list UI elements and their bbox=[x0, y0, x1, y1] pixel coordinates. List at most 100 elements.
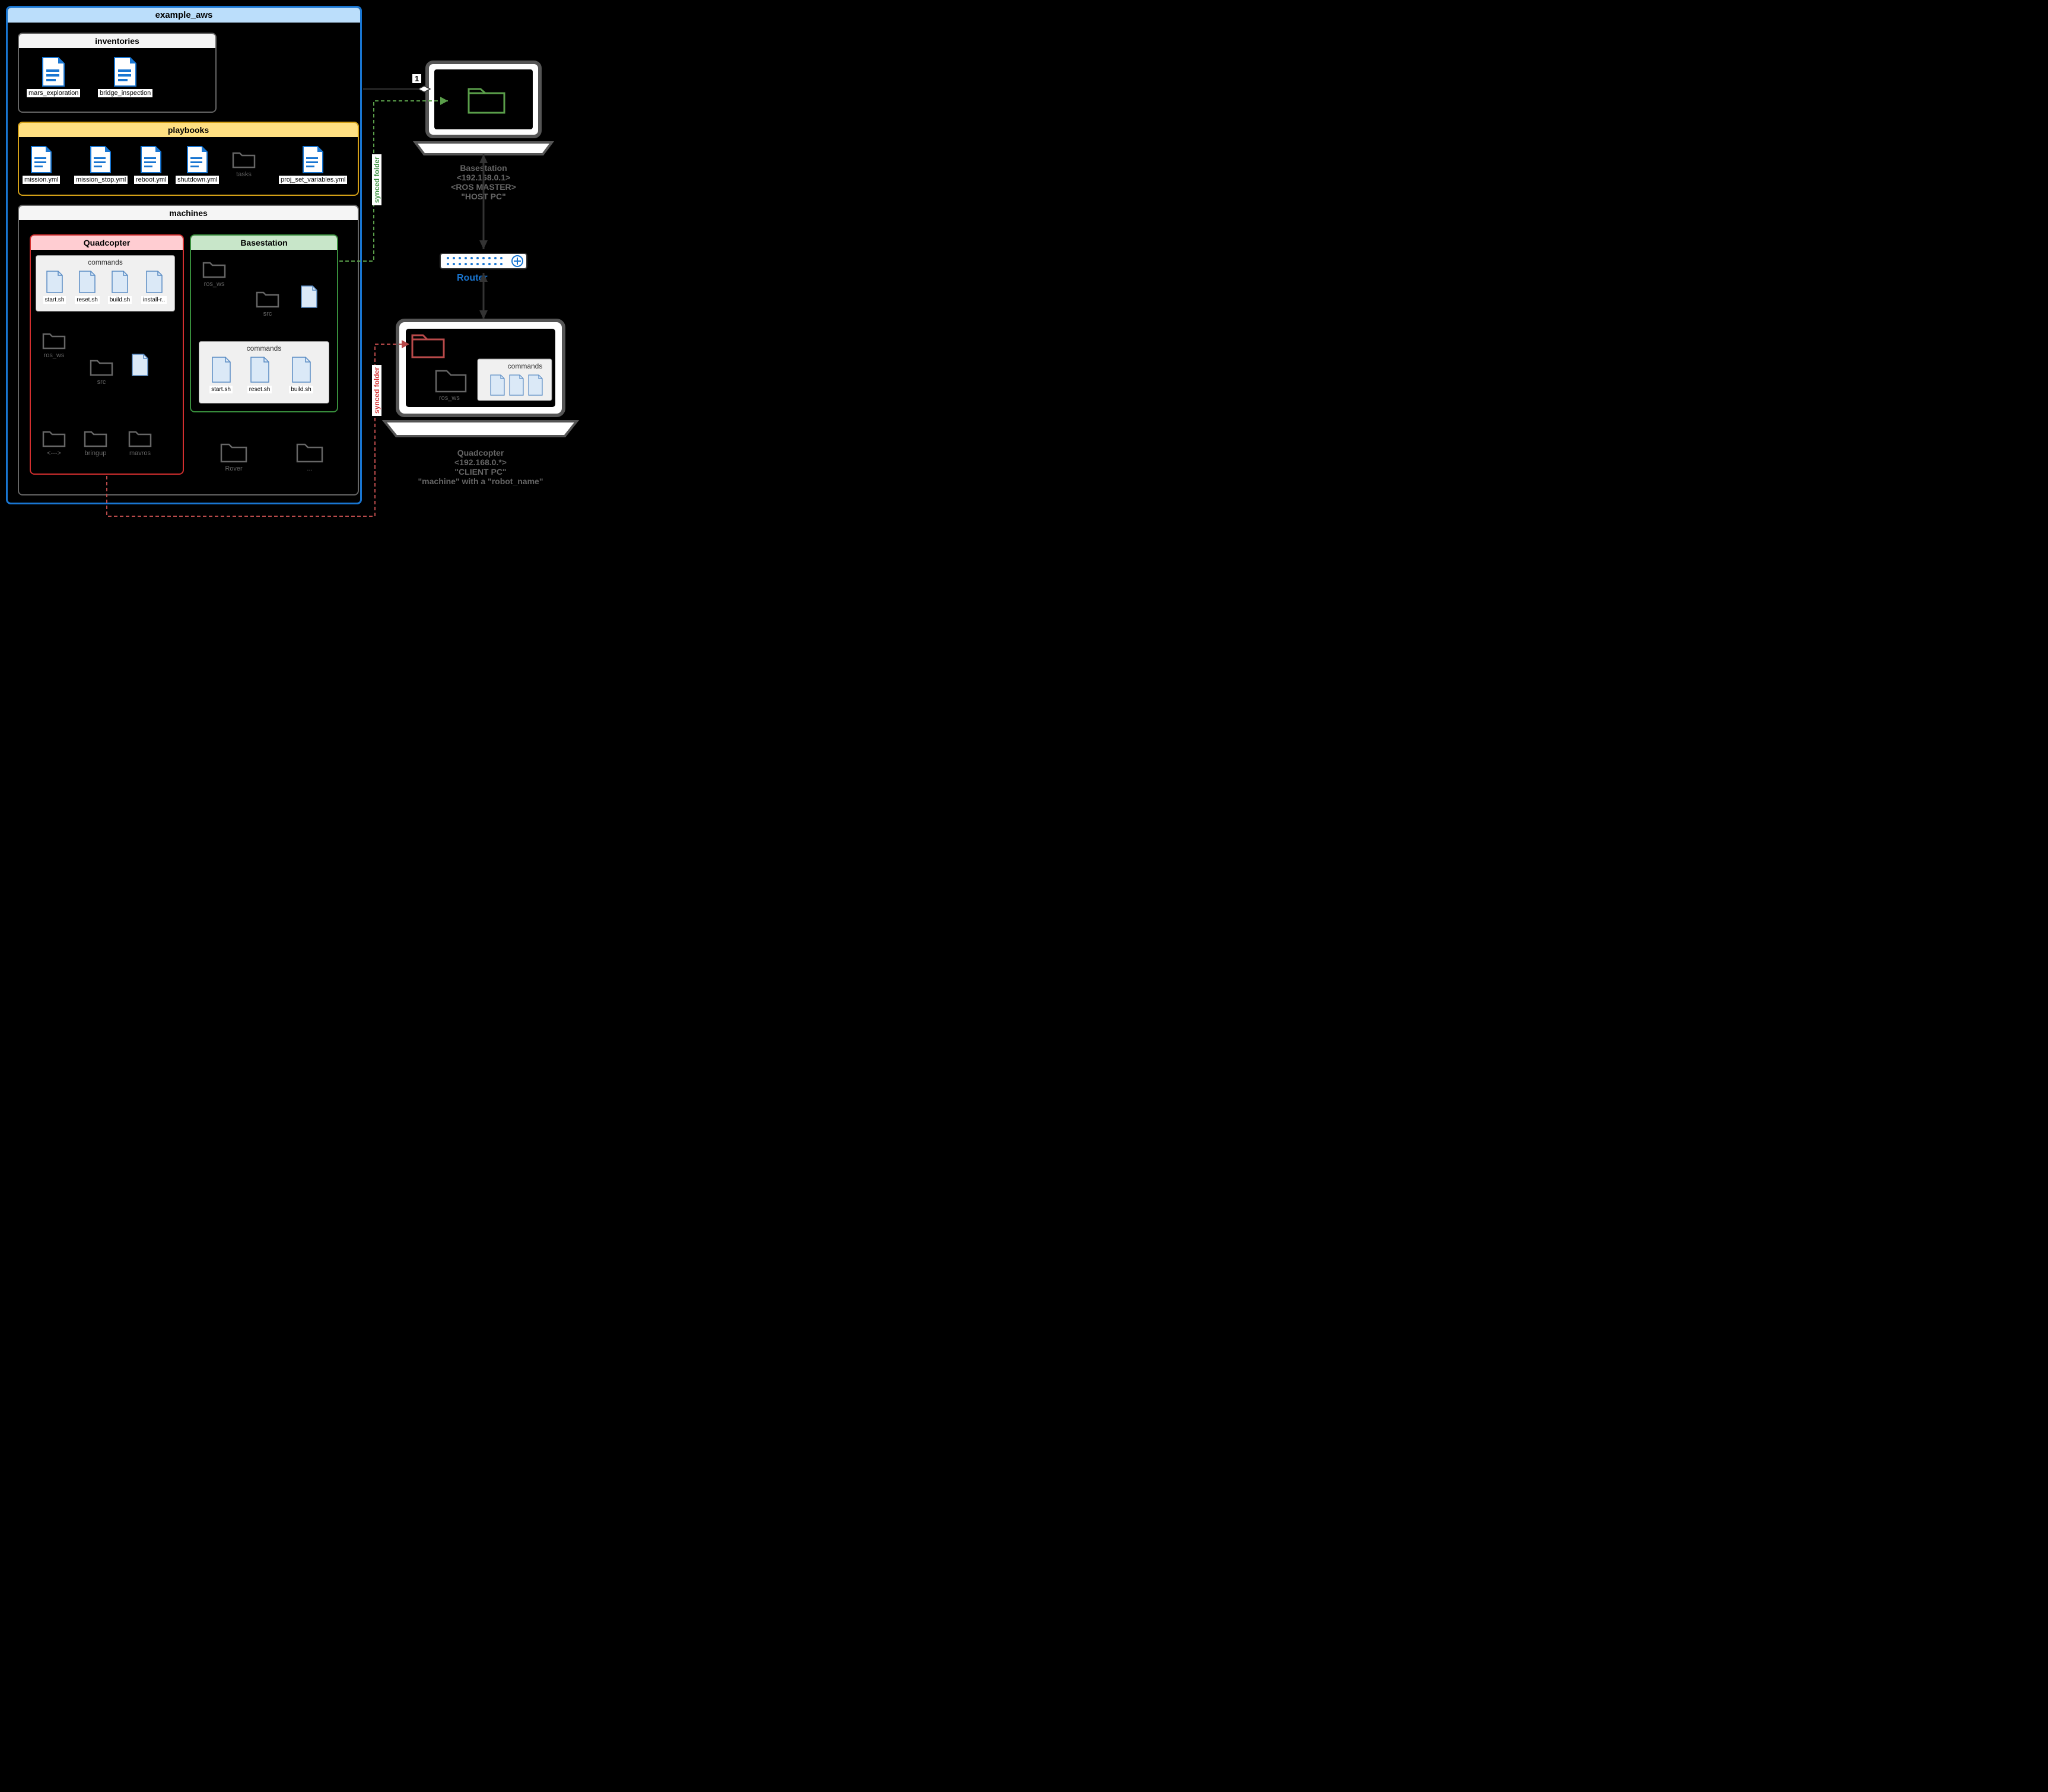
folder-label: <---> bbox=[42, 450, 66, 457]
folder-icon bbox=[295, 439, 324, 464]
folder-label: bringup bbox=[83, 450, 108, 457]
qc-cmd-docs bbox=[488, 374, 547, 401]
commands-title: commands bbox=[199, 342, 329, 355]
file-label: reset.sh bbox=[75, 296, 100, 304]
folder-icon bbox=[220, 439, 248, 464]
router-icon bbox=[439, 252, 528, 270]
folder-label: tasks bbox=[231, 171, 256, 178]
file-label: reset.sh bbox=[247, 386, 272, 393]
device-role: "CLIENT PC" bbox=[392, 467, 570, 476]
machines-title: machines bbox=[19, 206, 358, 220]
file-label: bridge_inspection bbox=[98, 89, 152, 97]
device-desc: "machine" with a "robot_name" bbox=[392, 476, 570, 486]
folder-icon bbox=[83, 427, 108, 449]
document-blank-icon bbox=[291, 356, 312, 383]
folder-tasks: tasks bbox=[231, 148, 256, 178]
file-label: start.sh bbox=[43, 296, 66, 304]
playbooks-title: playbooks bbox=[19, 123, 358, 137]
folder-etc: ... bbox=[295, 439, 324, 472]
folder-label: ... bbox=[295, 465, 324, 472]
document-icon bbox=[138, 145, 164, 174]
document-icon bbox=[28, 145, 55, 174]
folder-label: ros_ws bbox=[202, 281, 227, 288]
commands-title: commands bbox=[36, 256, 174, 269]
document-blank-icon bbox=[249, 356, 271, 383]
file-label: proj_set_variables.yml bbox=[279, 176, 347, 184]
file-label: install-r.. bbox=[141, 296, 167, 304]
file-shutdown: shutdown.yml bbox=[176, 145, 219, 185]
document-blank-icon bbox=[131, 353, 150, 377]
document-blank-icon bbox=[45, 270, 64, 294]
file-proj-set-variables: proj_set_variables.yml bbox=[279, 145, 347, 185]
badge-1: 1 bbox=[412, 74, 422, 84]
document-blank-icon bbox=[78, 270, 97, 294]
basestation-label: Basestation <192.168.0.1> <ROS MASTER> "… bbox=[427, 163, 540, 201]
document-icon bbox=[88, 145, 114, 174]
file-label: mars_exploration bbox=[27, 89, 80, 97]
quadcopter-title: Quadcopter bbox=[31, 236, 183, 250]
folder-bs-src: src bbox=[255, 288, 280, 317]
device-ip: <192.168.0.*> bbox=[392, 457, 570, 467]
folder-icon bbox=[89, 356, 114, 377]
file-start-sh: start.sh bbox=[40, 270, 69, 304]
inventories-title: inventories bbox=[19, 34, 215, 48]
document-icon bbox=[300, 145, 326, 174]
file-build-sh: build.sh bbox=[105, 270, 135, 304]
folder-icon bbox=[42, 329, 66, 351]
file-label: mission.yml bbox=[23, 176, 60, 184]
bs-src-doc-placeholder bbox=[300, 285, 319, 309]
document-blank-icon bbox=[110, 270, 129, 294]
folder-mavros: mavros bbox=[128, 427, 152, 457]
file-bridge-inspection: bridge_inspection bbox=[98, 56, 152, 98]
qc-ros-ws-label: ros_ws bbox=[439, 395, 460, 402]
laptop-icon bbox=[409, 56, 558, 163]
folder-label: src bbox=[89, 379, 114, 386]
file-mission: mission.yml bbox=[23, 145, 60, 185]
folder-label: Rover bbox=[220, 465, 248, 472]
folder-label: mavros bbox=[128, 450, 152, 457]
device-role: "HOST PC" bbox=[427, 192, 540, 201]
folder-icon bbox=[202, 258, 227, 279]
device-name: Quadcopter bbox=[392, 448, 570, 457]
file-bs-build-sh: build.sh bbox=[285, 356, 317, 394]
document-icon bbox=[39, 56, 68, 87]
folder-label: ros_ws bbox=[42, 352, 66, 359]
quadcopter-laptop bbox=[380, 314, 581, 442]
document-blank-icon bbox=[211, 356, 232, 383]
folder-icon bbox=[255, 288, 280, 309]
router bbox=[439, 252, 528, 270]
file-label: shutdown.yml bbox=[176, 176, 219, 184]
folder-src: src bbox=[89, 356, 114, 386]
file-bs-start-sh: start.sh bbox=[205, 356, 237, 394]
basestation-laptop bbox=[409, 56, 558, 163]
folder-bs-ros-ws: ros_ws bbox=[202, 258, 227, 288]
folder-placeholder: <---> bbox=[42, 427, 66, 457]
qc-commands-title: commands bbox=[498, 362, 552, 370]
file-reboot: reboot.yml bbox=[134, 145, 168, 185]
file-label: start.sh bbox=[209, 386, 233, 393]
folder-rover: Rover bbox=[220, 439, 248, 472]
file-mars-exploration: mars_exploration bbox=[27, 56, 80, 98]
synced-folder-green-label: synced folder bbox=[372, 154, 381, 205]
folder-icon bbox=[42, 427, 66, 449]
device-ros: <ROS MASTER> bbox=[427, 182, 540, 192]
file-label: build.sh bbox=[108, 296, 132, 304]
folder-label: src bbox=[255, 310, 280, 317]
device-name: Basestation bbox=[427, 163, 540, 173]
synced-folder-red-label: synced folder bbox=[372, 365, 381, 416]
document-blank-icon bbox=[145, 270, 164, 294]
file-label: build.sh bbox=[289, 386, 313, 393]
quadcopter-label: Quadcopter <192.168.0.*> "CLIENT PC" "ma… bbox=[392, 448, 570, 486]
file-mission-stop: mission_stop.yml bbox=[74, 145, 128, 185]
file-label: reboot.yml bbox=[134, 176, 168, 184]
basestation-title: Basestation bbox=[191, 236, 337, 250]
main-title: example_aws bbox=[8, 8, 360, 23]
router-label: Router bbox=[457, 273, 488, 284]
file-bs-reset-sh: reset.sh bbox=[243, 356, 276, 394]
laptop-icon bbox=[380, 314, 581, 442]
document-blank-icon bbox=[300, 285, 319, 309]
folder-icon bbox=[231, 148, 256, 170]
folder-ros-ws: ros_ws bbox=[42, 329, 66, 359]
device-ip: <192.168.0.1> bbox=[427, 173, 540, 182]
documents-icon bbox=[488, 374, 547, 398]
